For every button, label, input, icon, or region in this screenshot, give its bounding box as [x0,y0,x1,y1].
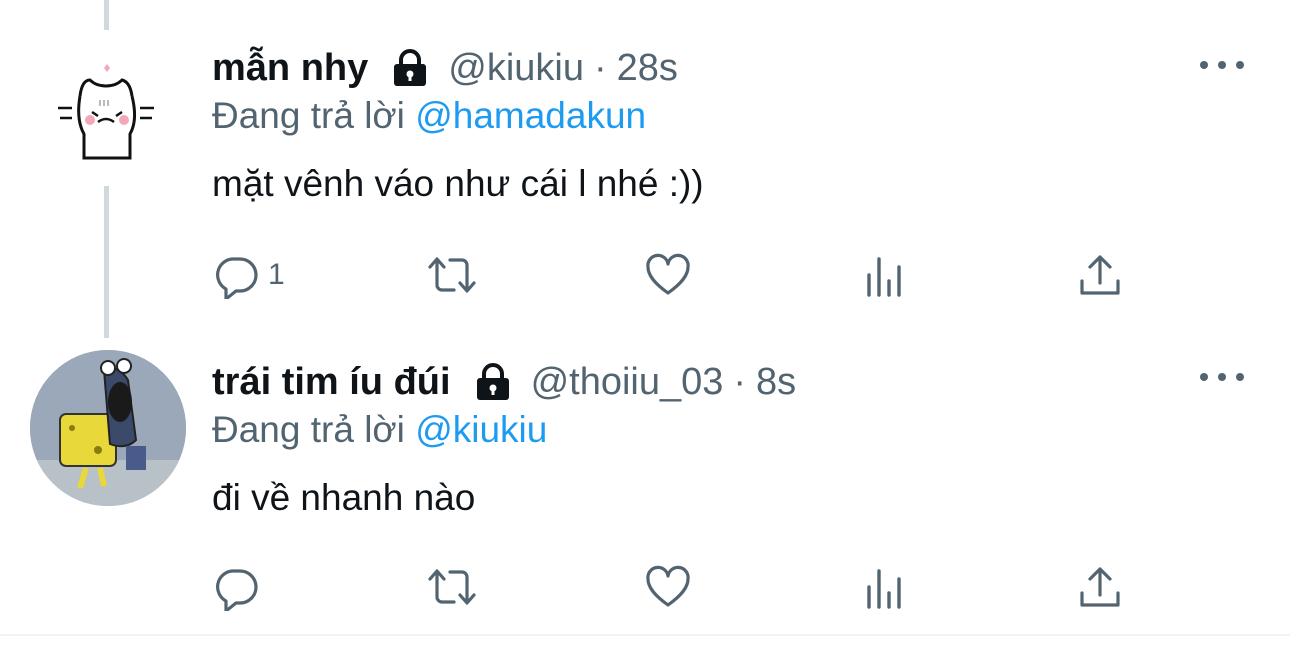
separator-dot: · [733,360,747,403]
views-button[interactable] [862,562,910,612]
tweet-reply[interactable]: mẫn nhy @kiukiu · 28s Đang trả lời @hama… [0,0,1290,330]
tweet-header: mẫn nhy @kiukiu · 28s [212,44,1250,92]
heart-icon [646,565,690,607]
views-bars-icon [867,257,901,297]
share-upload-icon [1080,567,1120,607]
reply-count: 1 [268,258,285,291]
tweet-content: mẫn nhy @kiukiu · 28s Đang trả lời @hama… [212,44,1250,208]
tweet-actions [212,562,1132,612]
reply-button[interactable]: 1 [212,250,285,300]
replying-to-handle[interactable]: @hamadakun [415,95,646,136]
more-dots-icon[interactable] [1200,55,1244,75]
display-name[interactable]: trái tim íu đúi [212,361,451,404]
replying-to-handle[interactable]: @kiukiu [415,409,547,450]
views-button[interactable] [862,250,910,300]
more-dots-icon[interactable] [1200,367,1244,387]
share-upload-icon [1080,255,1120,295]
timestamp[interactable]: 28s [617,47,678,90]
tweet-content: trái tim íu đúi @thoiiu_03 · 8s Đang trả… [212,358,1250,522]
tweet-divider [0,634,1290,636]
tweet-actions: 1 [212,250,1132,300]
tweet-reply[interactable]: trái tim íu đúi @thoiiu_03 · 8s Đang trả… [0,330,1290,636]
replying-to-label: Đang trả lời [212,95,405,136]
display-name[interactable]: mẫn nhy [212,47,368,90]
reply-bubble-icon [216,569,258,611]
replying-to: Đang trả lời @hamadakun [212,92,1250,140]
reply-button[interactable] [212,562,260,612]
separator-dot: · [593,46,607,89]
spongebob-avatar [30,350,186,506]
replying-to-label: Đang trả lời [212,409,405,450]
share-button[interactable] [1076,562,1124,612]
tweet-header: trái tim íu đúi @thoiiu_03 · 8s [212,358,1250,406]
user-handle[interactable]: @thoiiu_03 [531,361,724,404]
avatar[interactable] [30,350,186,506]
heart-icon [646,253,690,295]
retweet-button[interactable] [424,250,480,300]
like-button[interactable] [644,562,692,612]
tweet-text: đi về nhanh nào [212,477,476,518]
retweet-icon [428,569,476,605]
cat-doodle-avatar [28,30,184,186]
retweet-icon [428,257,476,293]
avatar[interactable] [28,30,184,186]
lock-icon [473,362,513,402]
user-handle[interactable]: @kiukiu [448,47,584,90]
retweet-button[interactable] [424,562,480,612]
replying-to: Đang trả lời @kiukiu [212,406,1250,454]
timestamp[interactable]: 8s [756,361,796,404]
reply-bubble-icon [216,257,258,299]
like-button[interactable] [644,250,692,300]
share-button[interactable] [1076,250,1124,300]
views-bars-icon [867,569,901,609]
lock-icon [390,48,430,88]
tweet-text: mặt vênh váo như cái l nhé :)) [212,163,704,204]
